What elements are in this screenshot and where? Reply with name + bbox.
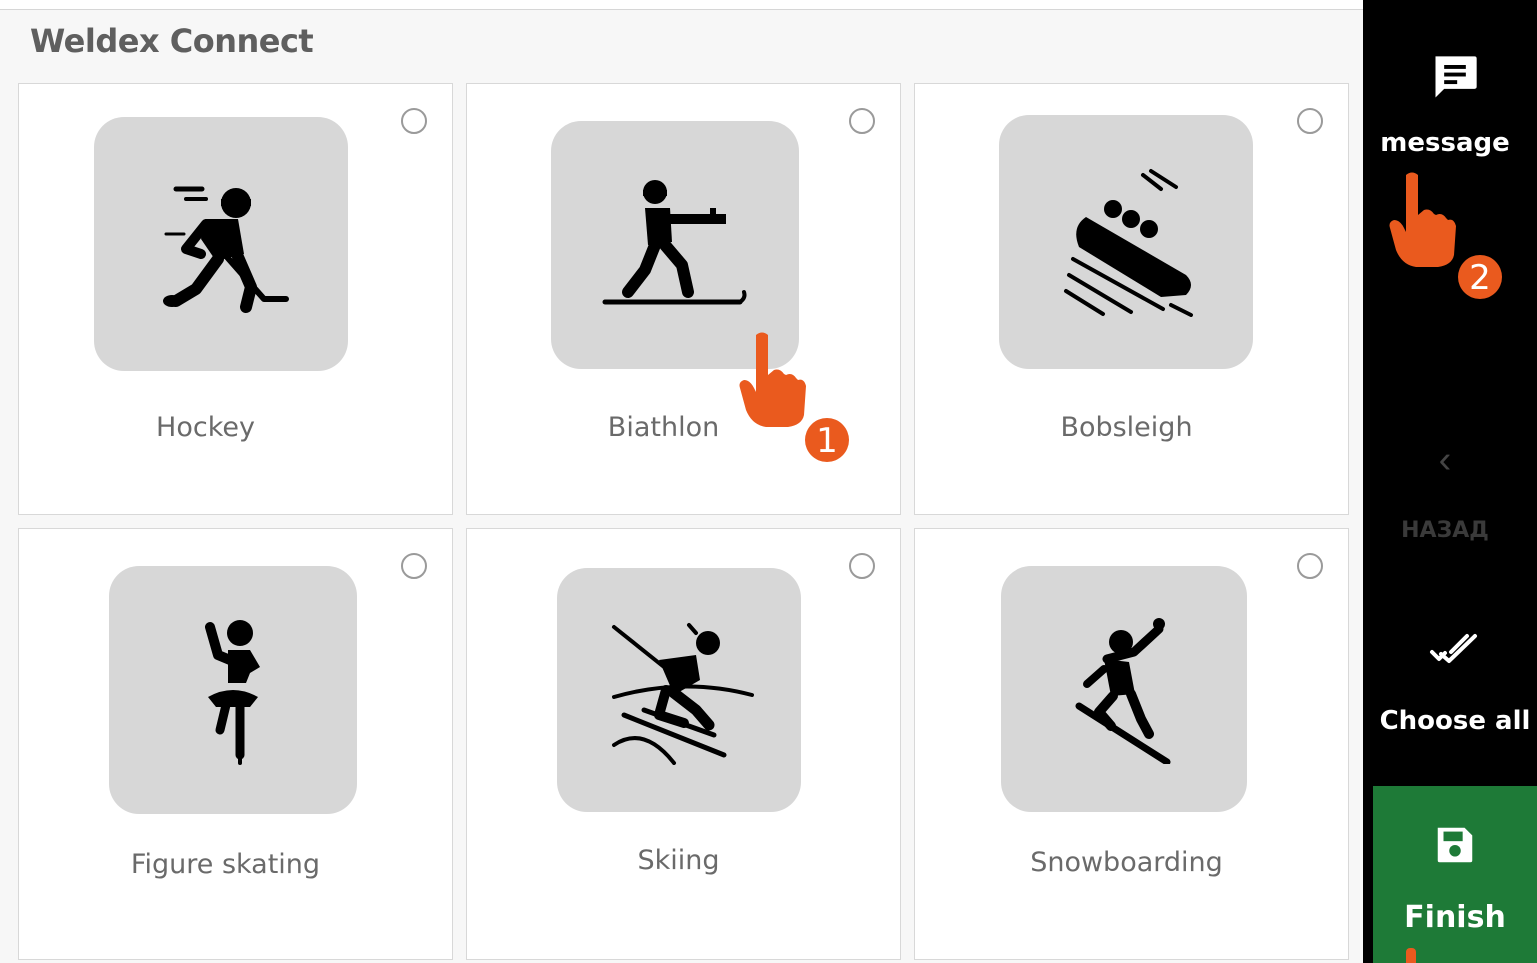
biathlon-icon xyxy=(602,180,747,305)
step-badge-2: 2 xyxy=(1458,255,1502,299)
pointing-hand-icon xyxy=(739,332,806,427)
bobsleigh-icon xyxy=(1064,169,1193,317)
message-label: message xyxy=(1380,128,1510,158)
figure-skating-icon xyxy=(205,620,260,765)
pointing-hand-icon xyxy=(1389,172,1456,267)
page-title: Weldex Connect xyxy=(30,22,314,60)
option-card-skiing[interactable]: Skiing xyxy=(466,528,901,960)
finish-button[interactable]: Finish xyxy=(1373,786,1537,963)
skiing-icon xyxy=(612,623,754,765)
sport-tile xyxy=(1001,566,1247,812)
radio-button[interactable] xyxy=(849,108,875,134)
choose-all-label: Choose all xyxy=(1379,706,1531,736)
option-label: Hockey xyxy=(156,412,255,443)
choose-all-button[interactable]: Choose all xyxy=(1363,630,1537,750)
finish-label: Finish xyxy=(1404,900,1506,935)
tap-hint-1 xyxy=(738,330,808,430)
radio-button[interactable] xyxy=(401,553,427,579)
back-button[interactable]: ‹ НАЗАД xyxy=(1363,440,1537,550)
radio-button[interactable] xyxy=(1297,108,1323,134)
snowboarding-icon xyxy=(1075,618,1171,764)
sport-tile xyxy=(94,117,348,371)
double-check-icon xyxy=(1430,634,1477,663)
option-card-figure-skating[interactable]: Figure skating xyxy=(18,528,453,960)
hockey-player-icon xyxy=(163,186,289,313)
top-bar xyxy=(0,0,1363,10)
radio-button[interactable] xyxy=(1297,553,1323,579)
option-label: Figure skating xyxy=(130,849,321,880)
back-label: НАЗАД xyxy=(1401,518,1489,543)
tap-hint-3 xyxy=(1406,948,1416,963)
sport-tile xyxy=(109,566,357,814)
option-label: Snowboarding xyxy=(1030,847,1223,878)
option-label: Skiing xyxy=(637,845,720,876)
chevron-left-icon: ‹ xyxy=(1438,439,1452,481)
radio-button[interactable] xyxy=(849,553,875,579)
option-card-hockey[interactable]: Hockey xyxy=(18,83,453,515)
message-button[interactable]: message xyxy=(1363,40,1537,170)
message-icon xyxy=(1435,56,1477,98)
option-label: Bobsleigh xyxy=(1060,412,1193,443)
action-sidebar: message ‹ НАЗАД Choose all Finish xyxy=(1363,0,1537,963)
radio-button[interactable] xyxy=(401,108,427,134)
step-badge-1: 1 xyxy=(805,418,849,462)
sport-tile xyxy=(557,568,801,812)
tap-hint-2 xyxy=(1388,170,1458,270)
option-card-bobsleigh[interactable]: Bobsleigh xyxy=(914,83,1349,515)
save-icon xyxy=(1437,827,1473,863)
option-card-snowboarding[interactable]: Snowboarding xyxy=(914,528,1349,960)
sport-tile xyxy=(999,115,1253,369)
